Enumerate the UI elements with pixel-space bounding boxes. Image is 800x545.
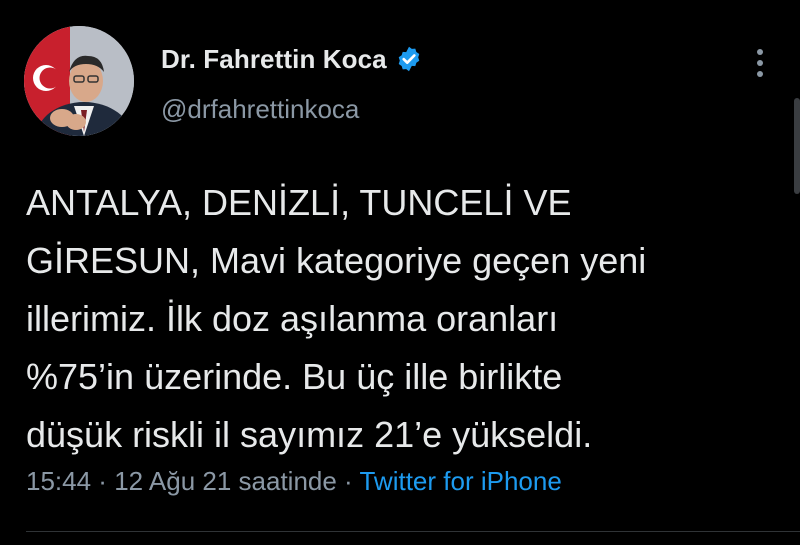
display-name[interactable]: Dr. Fahrettin Koca xyxy=(161,44,387,75)
tweet-meta: 15:44 · 12 Ağu 21 saatinde · Twitter for… xyxy=(26,466,562,497)
avatar[interactable] xyxy=(24,26,134,136)
user-handle[interactable]: @drfahrettinkoca xyxy=(161,94,359,125)
tweet-time[interactable]: 15:44 xyxy=(26,466,91,496)
name-row: Dr. Fahrettin Koca xyxy=(161,42,423,76)
meta-separator-2: · xyxy=(336,466,360,496)
tweet-source[interactable]: Twitter for iPhone xyxy=(359,466,561,496)
tweet-card: Dr. Fahrettin Koca @drfahrettinkoca ANTA… xyxy=(0,0,800,545)
meta-separator: · xyxy=(91,466,115,496)
tweet-date[interactable]: 12 Ağu 21 saatinde xyxy=(114,466,337,496)
avatar-image xyxy=(24,26,134,136)
tweet-text: ANTALYA, DENİZLİ, TUNCELİ VE GİRESUN, Ma… xyxy=(26,182,647,455)
verified-badge-icon xyxy=(395,45,423,73)
divider xyxy=(26,531,800,532)
scrollbar[interactable] xyxy=(794,98,800,194)
more-vertical-icon[interactable] xyxy=(748,46,772,80)
